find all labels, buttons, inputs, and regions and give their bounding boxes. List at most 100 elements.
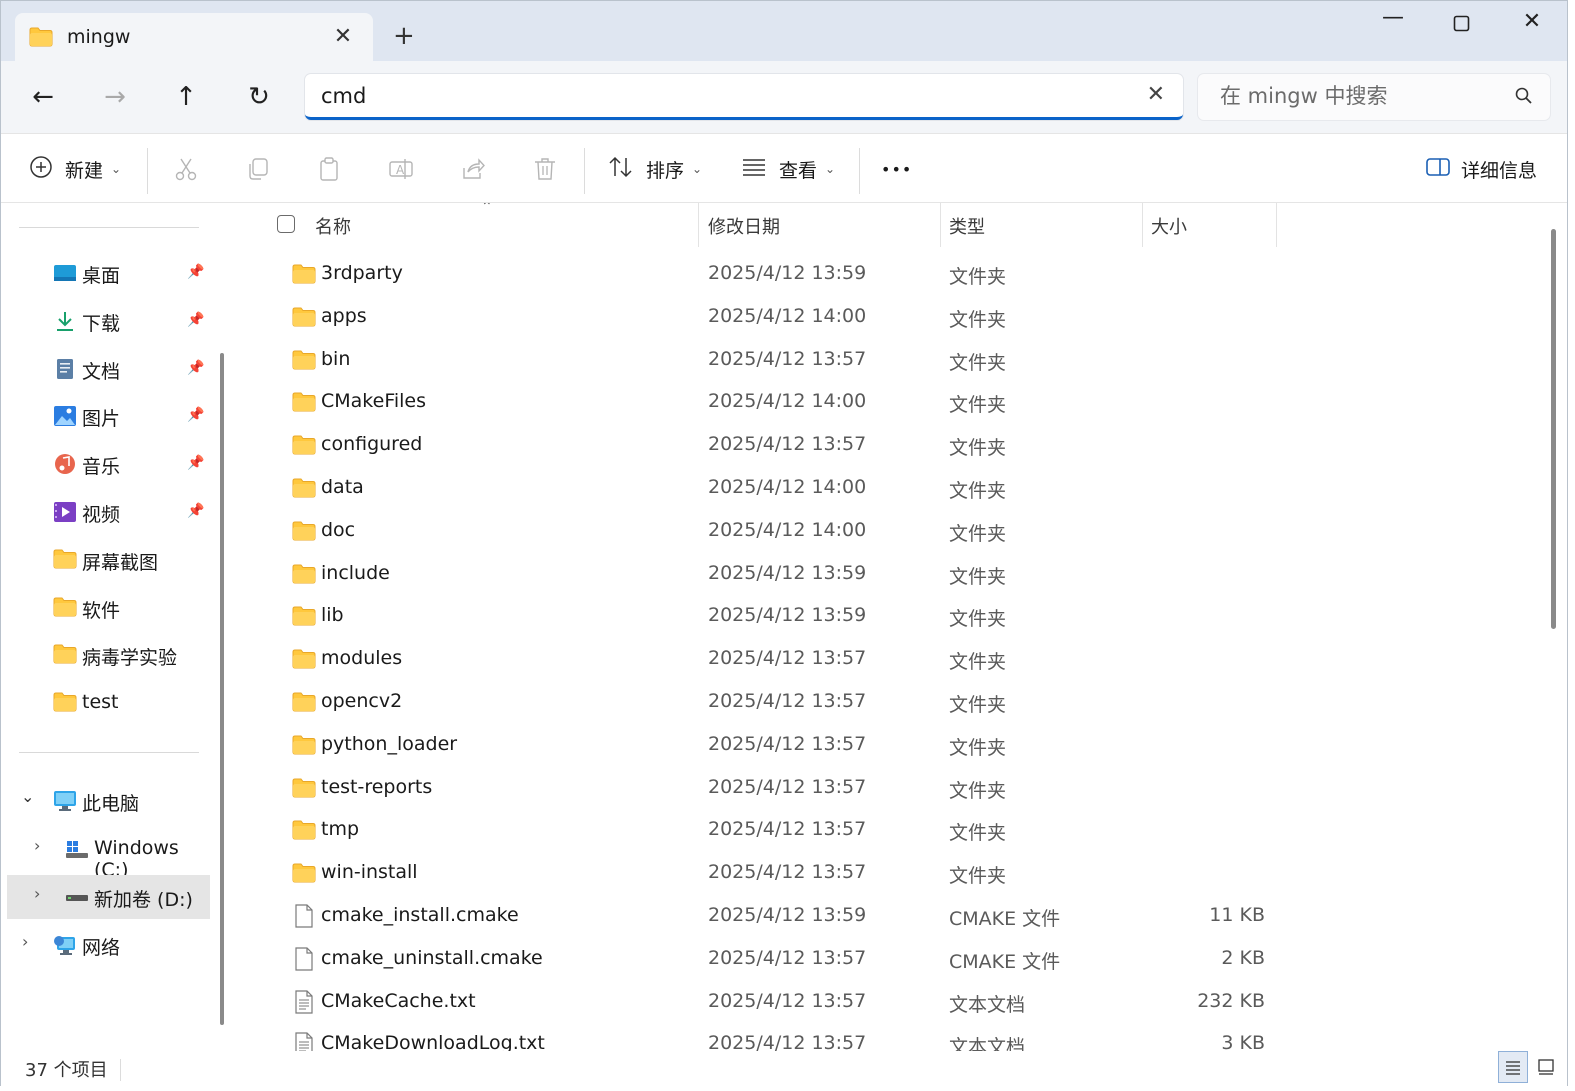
minimize-button[interactable]: — bbox=[1373, 5, 1413, 35]
new-tab-button[interactable]: + bbox=[393, 21, 415, 51]
file-row[interactable]: bin 2025/4/12 13:57 文件夹 bbox=[237, 339, 1297, 382]
tiles-view-button[interactable] bbox=[1531, 1051, 1561, 1083]
network-icon bbox=[53, 934, 77, 956]
sidebar-item-drive-d[interactable]: › 新加卷 (D:) bbox=[7, 875, 210, 919]
file-row[interactable]: apps 2025/4/12 14:00 文件夹 bbox=[237, 296, 1297, 339]
file-name: bin bbox=[321, 347, 351, 370]
column-date[interactable]: 修改日期 bbox=[708, 213, 780, 239]
sort-button[interactable]: 排序 ⌄ bbox=[608, 152, 702, 186]
pin-icon[interactable]: 📌 bbox=[187, 312, 204, 328]
file-name: CMakeCache.txt bbox=[321, 989, 476, 1012]
file-row[interactable]: configured 2025/4/12 13:57 文件夹 bbox=[237, 424, 1297, 467]
sidebar-item-9[interactable]: test bbox=[1, 681, 209, 725]
file-size: 232 KB bbox=[1197, 989, 1265, 1012]
tab-mingw[interactable]: mingw ✕ bbox=[15, 13, 373, 61]
address-bar[interactable]: ✕ bbox=[305, 74, 1183, 120]
file-row[interactable]: cmake_install.cmake 2025/4/12 13:59 CMAKE … bbox=[237, 895, 1297, 938]
pin-icon[interactable]: 📌 bbox=[187, 503, 204, 519]
tab-close-icon[interactable]: ✕ bbox=[331, 24, 355, 49]
file-type: 文件夹 bbox=[949, 608, 1007, 631]
copy-icon[interactable] bbox=[243, 154, 273, 184]
sidebar-item-6[interactable]: 屏幕截图 bbox=[1, 538, 209, 582]
chevron-right-icon[interactable]: › bbox=[34, 836, 40, 855]
select-all-checkbox[interactable] bbox=[277, 215, 295, 233]
file-row[interactable]: lib 2025/4/12 13:59 文件夹 bbox=[237, 595, 1297, 638]
pin-icon[interactable]: 📌 bbox=[187, 455, 204, 471]
pin-icon[interactable]: 📌 bbox=[187, 407, 204, 423]
pin-icon[interactable]: 📌 bbox=[187, 360, 204, 376]
file-row[interactable]: python_loader 2025/4/12 13:57 文件夹 bbox=[237, 724, 1297, 767]
address-input[interactable] bbox=[319, 83, 1123, 109]
file-row[interactable]: 3rdparty 2025/4/12 13:59 文件夹 bbox=[237, 253, 1297, 296]
pin-icon[interactable]: 📌 bbox=[187, 264, 204, 280]
column-divider[interactable] bbox=[1142, 203, 1143, 247]
column-divider[interactable] bbox=[1276, 203, 1277, 247]
text-file-icon bbox=[294, 1032, 314, 1051]
chevron-right-icon[interactable]: › bbox=[22, 932, 28, 951]
sidebar-item-network[interactable]: › 网络 bbox=[1, 923, 209, 967]
sidebar-item-this-pc[interactable]: ⌄ 此电脑 bbox=[1, 779, 209, 823]
chevron-right-icon[interactable]: › bbox=[34, 884, 40, 903]
chevron-down-icon[interactable]: ⌄ bbox=[21, 787, 34, 806]
file-size: 2 KB bbox=[1221, 946, 1265, 969]
search-icon[interactable] bbox=[1514, 86, 1534, 110]
maximize-button[interactable] bbox=[1442, 9, 1482, 39]
file-row[interactable]: include 2025/4/12 13:59 文件夹 bbox=[237, 553, 1297, 596]
file-row[interactable]: cmake_uninstall.cmake 2025/4/12 13:57 CMAK… bbox=[237, 938, 1297, 981]
drive-icon bbox=[65, 886, 89, 908]
sidebar-item-7[interactable]: 软件 bbox=[1, 586, 209, 630]
file-row[interactable]: test-reports 2025/4/12 13:57 文件夹 bbox=[237, 767, 1297, 810]
file-explorer-window: mingw ✕ + — ✕ ← → ↑ ↻ ✕ 新建 bbox=[0, 0, 1568, 1087]
sidebar-item-0[interactable]: 桌面 📌 bbox=[1, 251, 209, 295]
file-row[interactable]: win-install 2025/4/12 13:57 文件夹 bbox=[237, 852, 1297, 895]
sidebar-item-3[interactable]: 图片 📌 bbox=[1, 394, 209, 438]
file-type: 文件夹 bbox=[949, 865, 1007, 888]
column-type[interactable]: 类型 bbox=[949, 213, 985, 239]
back-arrow-icon[interactable]: ← bbox=[23, 77, 63, 117]
file-row[interactable]: tmp 2025/4/12 13:57 文件夹 bbox=[237, 809, 1297, 852]
column-size[interactable]: 大小 bbox=[1151, 213, 1187, 239]
file-row[interactable]: opencv2 2025/4/12 13:57 文件夹 bbox=[237, 681, 1297, 724]
search-box[interactable] bbox=[1198, 74, 1550, 120]
details-pane-button[interactable]: 详细信息 bbox=[1425, 152, 1537, 186]
new-button[interactable]: 新建 ⌄ bbox=[29, 152, 121, 186]
rename-icon[interactable]: A bbox=[386, 154, 416, 184]
sidebar-item-5[interactable]: 视频 📌 bbox=[1, 490, 209, 534]
details-view-button[interactable] bbox=[1498, 1051, 1528, 1083]
folder-icon bbox=[292, 778, 316, 803]
folder-icon bbox=[292, 564, 316, 589]
file-row[interactable]: data 2025/4/12 14:00 文件夹 bbox=[237, 467, 1297, 510]
sidebar-item-8[interactable]: 病毒学实验 bbox=[1, 633, 209, 677]
more-options-button[interactable]: ••• bbox=[881, 152, 912, 186]
close-window-button[interactable]: ✕ bbox=[1512, 9, 1552, 39]
column-divider[interactable] bbox=[698, 203, 699, 247]
file-row[interactable]: modules 2025/4/12 13:57 文件夹 bbox=[237, 638, 1297, 681]
search-input[interactable] bbox=[1218, 83, 1502, 109]
sidebar-scrollbar[interactable] bbox=[220, 353, 224, 1025]
desktop-icon bbox=[53, 262, 77, 284]
file-row[interactable]: doc 2025/4/12 14:00 文件夹 bbox=[237, 510, 1297, 553]
view-button[interactable]: 查看 ⌄ bbox=[741, 152, 835, 186]
up-arrow-icon[interactable]: ↑ bbox=[166, 77, 206, 117]
sidebar-item-drive-c[interactable]: › Windows (C:) bbox=[1, 827, 209, 881]
details-pane-icon bbox=[1425, 156, 1451, 183]
sidebar-label: 桌面 bbox=[82, 265, 121, 287]
sidebar-item-2[interactable]: 文档 📌 bbox=[1, 347, 209, 391]
delete-icon[interactable] bbox=[530, 154, 560, 184]
column-name[interactable]: 名称 bbox=[315, 213, 351, 239]
share-icon[interactable] bbox=[458, 154, 488, 184]
file-type: 文本文档 bbox=[949, 993, 1026, 1016]
file-row[interactable]: CMakeDownloadLog.txt 2025/4/12 13:57 文本文档 3… bbox=[237, 1023, 1297, 1051]
file-row[interactable]: CMakeCache.txt 2025/4/12 13:57 文本文档 232 KB bbox=[237, 981, 1297, 1024]
forward-arrow-icon[interactable]: → bbox=[95, 77, 135, 117]
cut-icon[interactable] bbox=[171, 154, 201, 184]
file-row[interactable]: CMakeFiles 2025/4/12 14:00 文件夹 bbox=[237, 381, 1297, 424]
sort-ascending-icon: ⌃ bbox=[481, 203, 493, 215]
file-list-scrollbar[interactable] bbox=[1551, 229, 1556, 629]
sidebar-item-4[interactable]: 音乐 📌 bbox=[1, 442, 209, 486]
sidebar-item-1[interactable]: 下载 📌 bbox=[1, 299, 209, 343]
column-divider[interactable] bbox=[940, 203, 941, 247]
clear-address-icon[interactable]: ✕ bbox=[1147, 82, 1165, 107]
refresh-icon[interactable]: ↻ bbox=[239, 77, 279, 117]
paste-icon[interactable] bbox=[314, 154, 344, 184]
